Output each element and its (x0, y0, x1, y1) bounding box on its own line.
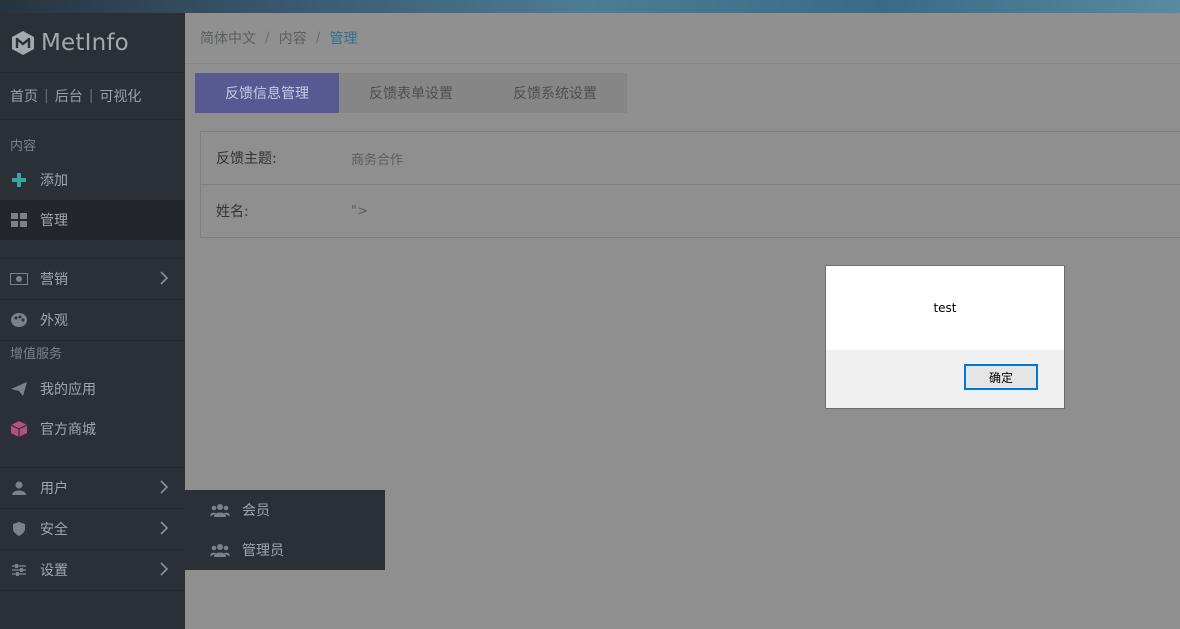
submenu-item-label: 管理员 (242, 543, 284, 559)
section-title-services: 增值服务 (10, 347, 63, 362)
form-row-subject: 反馈主题: 商务合作 (201, 132, 1180, 185)
tab-feedback-form[interactable]: 反馈表单设置 (339, 73, 483, 113)
chevron-right-icon (160, 521, 168, 535)
sidebar-item-appearance[interactable]: 外观 (0, 300, 185, 340)
chevron-right-icon (160, 562, 168, 576)
sidebar-item-label: 用户 (40, 481, 68, 497)
sidebar: MetInfo 首页 | 后台 | 可视化 内容 添加 管理 营销 外观 增值服… (0, 13, 185, 629)
breadcrumb-current: 管理 (329, 31, 358, 47)
users-icon (210, 543, 230, 557)
sidebar-item-label: 外观 (40, 313, 68, 329)
cube-icon (10, 420, 28, 438)
form-row-name: 姓名: "> (201, 185, 1180, 237)
chevron-right-icon (160, 271, 168, 285)
sidebar-item-label: 添加 (40, 173, 68, 189)
sidebar-item-label: 安全 (40, 522, 68, 538)
grid-icon (10, 211, 28, 229)
tab-feedback-manage[interactable]: 反馈信息管理 (195, 73, 339, 113)
logo-text: MetInfo (41, 29, 129, 56)
subject-value: 商务合作 (351, 152, 404, 168)
alert-message: test (826, 266, 1064, 350)
sidebar-item-label: 设置 (40, 563, 68, 579)
sidebar-item-add[interactable]: 添加 (0, 160, 185, 200)
home-link[interactable]: 首页 (10, 86, 38, 106)
breadcrumb-lang[interactable]: 简体中文 (200, 28, 256, 48)
tab-bar: 反馈信息管理 反馈表单设置 反馈系统设置 (195, 73, 627, 113)
ok-button[interactable]: 确定 (964, 364, 1038, 390)
sidebar-item-label: 营销 (40, 272, 68, 288)
sidebar-item-label: 管理 (40, 213, 68, 229)
separator: | (88, 88, 94, 104)
submenu-item-label: 会员 (242, 503, 270, 519)
users-icon (210, 503, 230, 517)
sidebar-item-label: 官方商城 (40, 422, 96, 438)
sidebar-item-label: 我的应用 (40, 382, 96, 398)
sliders-icon (10, 561, 28, 579)
breadcrumb: 简体中文 / 内容 / 管理 (185, 13, 1180, 64)
divider (0, 590, 185, 591)
sidebar-item-my-apps[interactable]: 我的应用 (0, 369, 185, 409)
paper-plane-icon (10, 380, 28, 398)
tab-feedback-system[interactable]: 反馈系统设置 (483, 73, 627, 113)
submenu-item-member[interactable]: 会员 (185, 490, 385, 530)
sidebar-item-settings[interactable]: 设置 (0, 550, 185, 590)
breadcrumb-content[interactable]: 内容 (279, 28, 307, 48)
shield-icon (10, 520, 28, 538)
feedback-detail-form: 反馈主题: 商务合作 姓名: "> (200, 131, 1180, 238)
user-icon (10, 479, 28, 497)
top-links: 首页 | 后台 | 可视化 (0, 73, 185, 120)
submenu-item-admin[interactable]: 管理员 (185, 530, 385, 570)
top-banner-strip (0, 0, 1180, 13)
name-label: 姓名: (216, 204, 249, 220)
logo[interactable]: MetInfo (0, 13, 185, 73)
sidebar-item-marketing[interactable]: 营销 (0, 259, 185, 299)
alert-dialog: test 确定 (825, 265, 1065, 409)
plus-icon (10, 171, 28, 189)
backend-link[interactable]: 后台 (55, 86, 83, 106)
dialog-footer: 确定 (826, 350, 1064, 408)
sidebar-item-manage[interactable]: 管理 (0, 200, 185, 240)
users-submenu: 会员 管理员 (185, 490, 385, 570)
sidebar-item-users[interactable]: 用户 (0, 468, 185, 508)
subject-label: 反馈主题: (216, 151, 277, 167)
sidebar-item-store[interactable]: 官方商城 (0, 409, 185, 449)
sidebar-item-security[interactable]: 安全 (0, 509, 185, 549)
palette-icon (10, 311, 28, 329)
metinfo-logo-icon (10, 30, 36, 56)
breadcrumb-separator: / (315, 30, 321, 46)
visual-link[interactable]: 可视化 (99, 86, 141, 106)
separator: | (44, 88, 49, 104)
breadcrumb-separator: / (265, 30, 270, 46)
money-icon (10, 270, 28, 288)
name-value: "> (351, 203, 368, 219)
section-title-content: 内容 (10, 139, 37, 154)
chevron-right-icon (160, 480, 168, 494)
